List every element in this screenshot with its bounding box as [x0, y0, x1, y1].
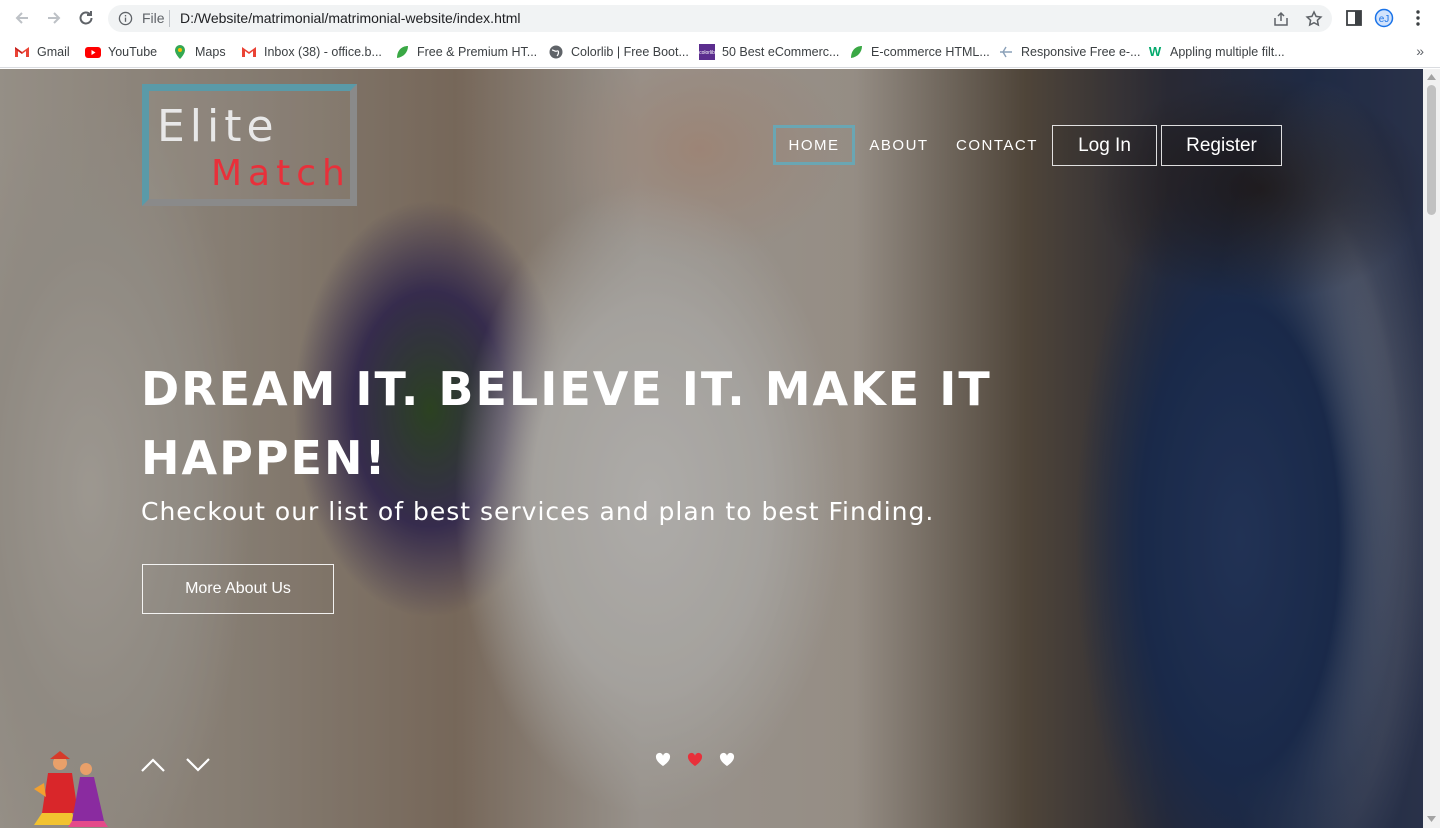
reload-icon: [79, 11, 93, 25]
slide-dot-3-heart-icon[interactable]: [719, 752, 735, 768]
youtube-icon: [85, 47, 101, 58]
w3schools-icon: W: [1149, 44, 1162, 59]
bookmark-maps[interactable]: Maps: [172, 42, 226, 62]
more-about-us-button[interactable]: More About Us: [142, 564, 334, 614]
reload-button[interactable]: [76, 8, 96, 28]
register-button[interactable]: Register: [1161, 125, 1282, 166]
bookmark-inbox[interactable]: Inbox (38) - office.b...: [241, 42, 382, 62]
bookmark-gmail[interactable]: Gmail: [14, 42, 70, 62]
more-bookmarks-icon[interactable]: »: [1416, 43, 1424, 59]
hero-headline: DREAM IT. BELIEVE IT. MAKE IT HAPPEN!: [141, 362, 992, 485]
browser-toolbar: File D:/Website/matrimonial/matrimonial-…: [0, 0, 1440, 36]
forward-button[interactable]: [44, 8, 64, 28]
bookmark-colorlib[interactable]: Colorlib | Free Boot...: [548, 42, 689, 62]
logo-text-elite: Elite: [157, 101, 279, 152]
bookmark-ecommerce-html[interactable]: E-commerce HTML...: [848, 42, 990, 62]
bookmark-free-premium[interactable]: Free & Premium HT...: [394, 42, 537, 62]
forward-arrow-icon: [48, 12, 61, 24]
login-button[interactable]: Log In: [1052, 125, 1157, 166]
scroll-thumb[interactable]: [1427, 85, 1436, 215]
slide-next-chevron-down-icon[interactable]: [185, 755, 211, 775]
bookmark-star-icon[interactable]: [1305, 10, 1323, 28]
slide-dot-2-heart-icon-active[interactable]: [687, 752, 703, 768]
info-icon[interactable]: [118, 11, 133, 26]
gmail-icon: [242, 47, 256, 57]
hero-subline: Checkout our list of best services and p…: [141, 497, 935, 526]
bookmark-appling-filters[interactable]: W Appling multiple filt...: [1147, 42, 1285, 62]
menu-kebab-icon[interactable]: [1408, 8, 1428, 28]
colorlib-icon: colorlib: [699, 44, 715, 60]
omnibox-divider: [169, 10, 170, 27]
leaf-icon: [397, 46, 408, 58]
couple-illustration-icon: [34, 751, 108, 827]
scheme-label: File: [142, 10, 165, 26]
slide-dot-1-heart-icon[interactable]: [655, 752, 671, 768]
svg-text:colorlib: colorlib: [699, 50, 715, 56]
scroll-up-arrow-icon[interactable]: [1427, 73, 1436, 81]
nav-about[interactable]: ABOUT: [862, 125, 936, 165]
leaf-icon: [851, 46, 862, 58]
bookmarks-bar: Gmail YouTube Maps Inbox (38) - office.b…: [0, 36, 1440, 68]
bookmark-youtube[interactable]: YouTube: [85, 42, 157, 62]
site-logo[interactable]: Elite Match: [142, 84, 357, 206]
gmail-icon: [15, 47, 29, 57]
scroll-down-arrow-icon[interactable]: [1427, 815, 1436, 823]
back-arrow-icon: [15, 12, 28, 24]
logo-text-match: Match: [211, 153, 351, 194]
profile-avatar-icon[interactable]: eJ: [1374, 8, 1394, 28]
slide-prev-chevron-up-icon[interactable]: [140, 755, 166, 775]
nav-home[interactable]: HOME: [773, 125, 855, 165]
bookmark-50-best[interactable]: colorlib 50 Best eCommerc...: [699, 42, 839, 62]
page-scrollbar[interactable]: [1423, 69, 1440, 828]
bookmark-responsive-free[interactable]: Responsive Free e-...: [998, 42, 1141, 62]
side-panel-icon[interactable]: [1344, 8, 1364, 28]
svg-text:eJ: eJ: [1379, 14, 1390, 25]
free-icon: [1000, 46, 1012, 58]
maps-icon: [175, 45, 185, 59]
page-viewport: Elite Match HOME ABOUT CONTACT Log In Re…: [0, 69, 1423, 828]
address-bar[interactable]: File D:/Website/matrimonial/matrimonial-…: [108, 5, 1332, 32]
globe-icon: [549, 45, 563, 59]
share-icon[interactable]: [1272, 10, 1290, 28]
nav-contact[interactable]: CONTACT: [950, 125, 1044, 165]
svg-text:W: W: [1149, 44, 1162, 59]
back-button[interactable]: [12, 8, 32, 28]
url-text[interactable]: D:/Website/matrimonial/matrimonial-websi…: [180, 10, 521, 26]
